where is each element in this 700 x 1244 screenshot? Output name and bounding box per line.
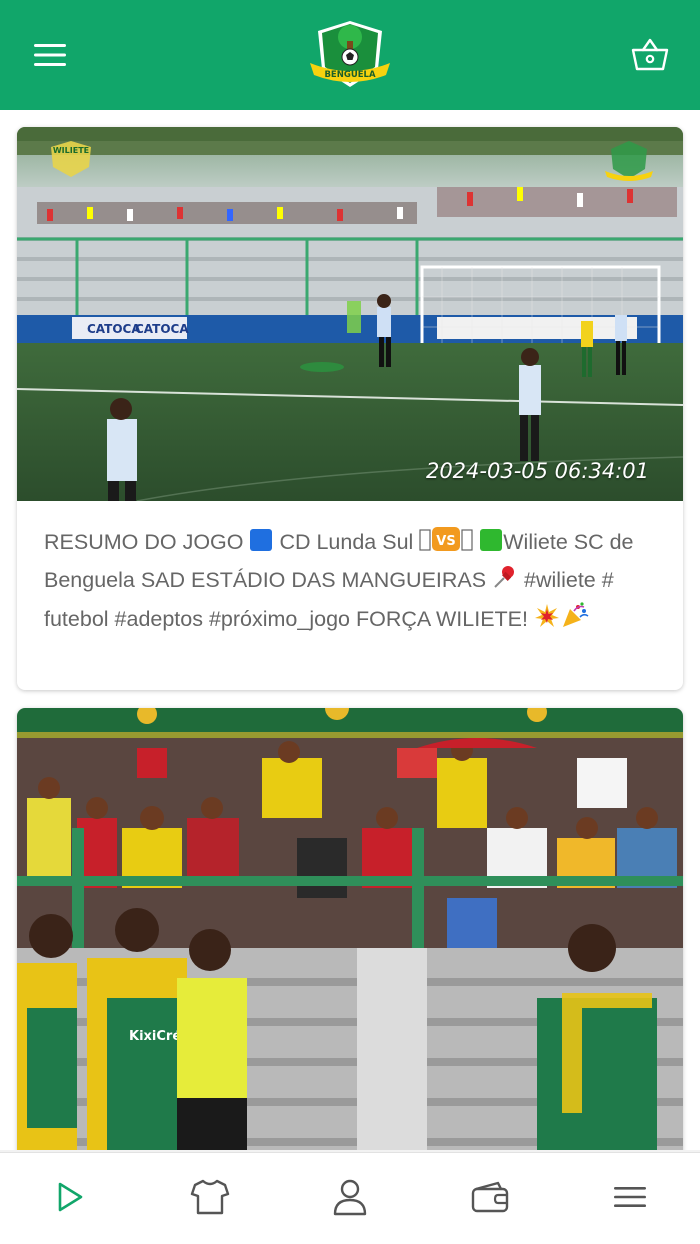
post-caption[interactable]: RESUMO DO JOGO CD Lunda Sul VS Wiliete S… (17, 501, 683, 640)
play-icon (55, 1181, 85, 1217)
tab-videos[interactable] (0, 1153, 140, 1244)
menu-icon (614, 1186, 646, 1212)
blue-square-icon (249, 528, 273, 563)
missing-glyph-icon (461, 528, 473, 563)
pushpin-icon (492, 564, 518, 601)
party-popper-icon (560, 601, 590, 640)
bottom-tab-bar (0, 1152, 700, 1244)
club-crest-logo[interactable]: BENGUELA (308, 17, 392, 93)
tab-wallet[interactable] (420, 1153, 560, 1244)
tab-shop[interactable] (140, 1153, 280, 1244)
match-photo[interactable]: KixiCrédito (17, 708, 683, 1150)
ad-board-text: CATOCA (87, 322, 141, 336)
hamburger-menu-icon[interactable] (30, 35, 70, 75)
caption-text: RESUMO DO JOGO (44, 530, 250, 554)
news-feed[interactable]: CATOCA CATOCA WILIETE 2024-03-05 06:34:0… (0, 110, 700, 1150)
wallet-icon (471, 1180, 509, 1218)
match-photo[interactable]: CATOCA CATOCA WILIETE 2024-03-05 06:34:0… (17, 127, 683, 501)
top-app-bar: BENGUELA (0, 0, 700, 110)
missing-glyph-icon (419, 528, 431, 563)
caption-text: CD Lunda Sul (273, 530, 420, 554)
tab-more[interactable] (560, 1153, 700, 1244)
shopping-basket-icon[interactable] (630, 35, 670, 75)
shirt-icon (190, 1178, 230, 1220)
collision-icon (534, 603, 560, 640)
post-card[interactable]: KixiCrédito (17, 708, 683, 1150)
wiliete-logo-text: WILIETE (53, 146, 89, 155)
ad-board-text: CATOCA (135, 322, 189, 336)
post-timestamp: 2024-03-05 06:34:01 (425, 459, 649, 483)
crest-text: BENGUELA (324, 70, 376, 80)
vs-badge-text: VS (437, 534, 456, 549)
post-card[interactable]: CATOCA CATOCA WILIETE 2024-03-05 06:34:0… (17, 127, 683, 690)
green-square-icon (479, 528, 503, 563)
user-icon (332, 1178, 368, 1220)
tab-profile[interactable] (280, 1153, 420, 1244)
vs-badge-icon: VS (431, 526, 461, 563)
